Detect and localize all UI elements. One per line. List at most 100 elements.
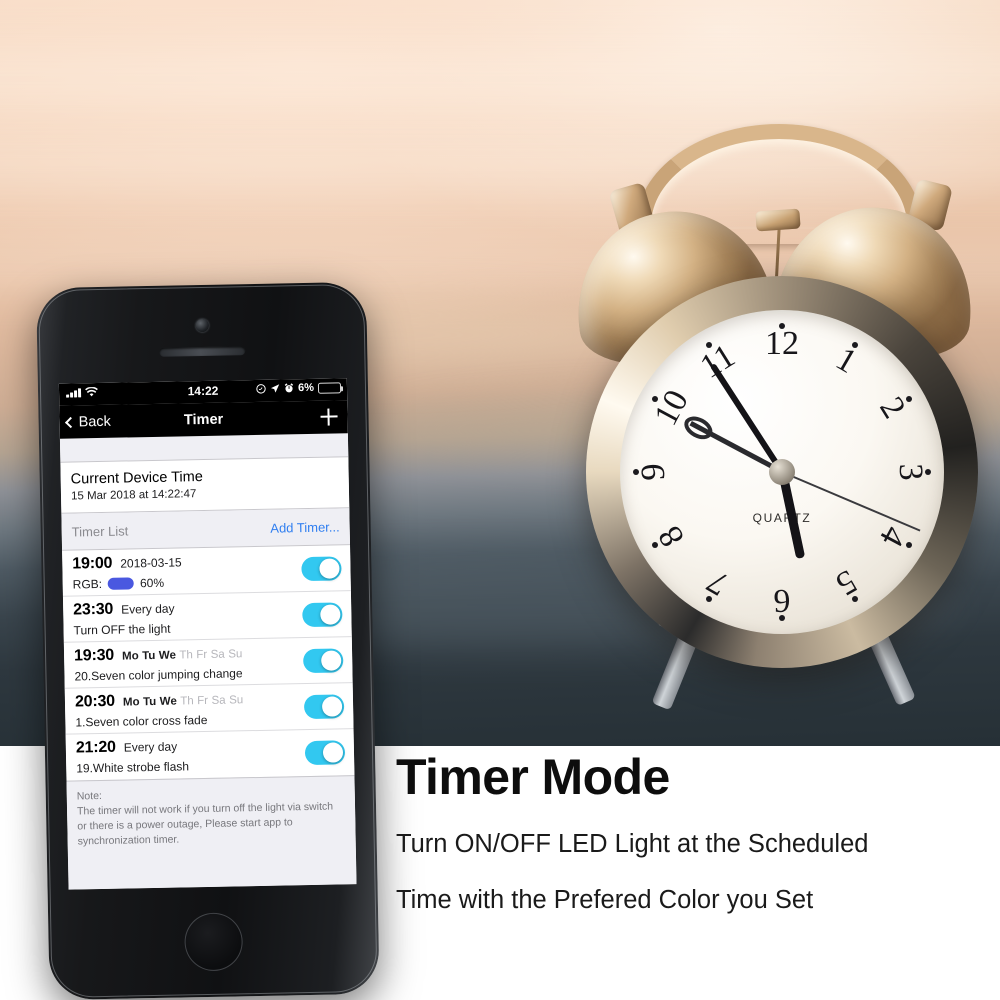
timer-time: 19:00 bbox=[72, 554, 113, 573]
phone-top-bezel bbox=[36, 282, 368, 384]
timer-row[interactable]: 20:30 Mo Tu We Th Fr Sa Su 1.Seven color cross f… bbox=[64, 683, 354, 735]
toggle-knob bbox=[322, 741, 344, 764]
timer-weekdays: Mo Tu We Th Fr Sa Su bbox=[122, 648, 243, 662]
timer-detail-label: Turn OFF the light bbox=[73, 621, 171, 638]
weekday-we: We bbox=[158, 649, 177, 662]
timer-toggle[interactable] bbox=[302, 602, 343, 628]
back-button[interactable]: Back bbox=[64, 413, 112, 430]
rgb-color-swatch bbox=[107, 577, 135, 590]
weekday-mo: Mo bbox=[122, 696, 140, 709]
minute-dot bbox=[633, 469, 639, 475]
bell-hammer bbox=[755, 208, 801, 232]
back-button-label: Back bbox=[78, 413, 112, 430]
timer-repeat: Every day bbox=[123, 739, 178, 755]
battery-percent-label: 6% bbox=[297, 381, 315, 395]
timer-list-header: Timer List Add Timer... bbox=[61, 508, 351, 550]
location-arrow-icon bbox=[271, 384, 280, 393]
minute-dot bbox=[706, 342, 712, 348]
weekday-mo: Mo bbox=[121, 650, 139, 663]
timer-screen-content: Current Device Time 15 Mar 2018 at 14:22… bbox=[59, 433, 357, 890]
weekday-fr: Fr bbox=[197, 694, 209, 708]
minute-dot bbox=[779, 615, 785, 621]
alarm-clock-icon bbox=[284, 383, 294, 393]
front-camera-icon bbox=[195, 318, 209, 333]
timer-detail: 19.White strobe flash bbox=[76, 756, 344, 775]
weekday-su: Su bbox=[229, 694, 244, 707]
minute-dot bbox=[906, 396, 912, 402]
minute-dot bbox=[925, 469, 931, 475]
cellular-signal-icon bbox=[66, 388, 81, 398]
timer-repeat: 2018-03-15 bbox=[120, 555, 182, 571]
clock-numeral: 5 bbox=[829, 562, 863, 603]
bedding-fold bbox=[0, 34, 1000, 124]
minute-dot bbox=[706, 596, 712, 602]
weekday-we: We bbox=[159, 695, 177, 708]
phone-screen: 14:22 6% Back Timer Current Device Time … bbox=[58, 378, 357, 890]
subheadline-line-1: Turn ON/OFF LED Light at the Scheduled bbox=[396, 830, 869, 858]
weekday-sa: Sa bbox=[210, 648, 225, 661]
timer-toggle[interactable] bbox=[304, 740, 346, 766]
iphone-mockup: 14:22 6% Back Timer Current Device Time … bbox=[36, 281, 380, 1000]
minute-dot bbox=[652, 542, 658, 548]
minute-hand bbox=[709, 363, 785, 474]
minute-dot bbox=[779, 323, 785, 329]
timer-row-top: 20:30 Mo Tu We Th Fr Sa Su bbox=[75, 688, 343, 711]
timer-detail: Turn OFF the light bbox=[73, 618, 341, 638]
timer-detail-label: RGB: bbox=[72, 576, 103, 592]
timer-repeat: Every day bbox=[121, 601, 175, 617]
toggle-knob bbox=[318, 557, 341, 580]
plus-icon[interactable] bbox=[320, 408, 337, 425]
add-timer-link[interactable]: Add Timer... bbox=[270, 519, 340, 535]
timer-time: 21:20 bbox=[75, 738, 116, 757]
timer-row[interactable]: 19:00 2018-03-15 RGB: 60% bbox=[62, 545, 351, 597]
minute-dot bbox=[652, 396, 658, 402]
timer-detail: 1.Seven color cross fade bbox=[75, 710, 343, 730]
clock-numeral: 2 bbox=[872, 390, 913, 425]
toggle-knob bbox=[321, 695, 343, 718]
brightness-value: 60% bbox=[139, 575, 165, 591]
timer-weekdays: Mo Tu We Th Fr Sa Su bbox=[123, 694, 244, 708]
clock-dial: 12 1 2 3 4 5 6 7 8 9 10 11 QUARTZ bbox=[620, 310, 944, 634]
toggle-knob bbox=[319, 603, 341, 626]
timer-detail: 20.Seven color jumping change bbox=[74, 664, 342, 683]
timer-detail-label: 20.Seven color jumping change bbox=[74, 666, 243, 684]
clock-numeral: 8 bbox=[651, 519, 692, 553]
dial-brand-label: QUARTZ bbox=[752, 510, 812, 525]
timer-list-label: Timer List bbox=[71, 522, 129, 540]
weekday-th: Th bbox=[180, 695, 194, 708]
timer-row-top: 23:30 Every day bbox=[73, 596, 341, 619]
status-bar-right: 6% bbox=[256, 381, 342, 395]
timer-time: 19:30 bbox=[73, 646, 115, 665]
clock-numeral: 1 bbox=[829, 340, 863, 381]
clock-case: 12 1 2 3 4 5 6 7 8 9 10 11 QUARTZ bbox=[586, 276, 978, 668]
timer-detail-label: 19.White strobe flash bbox=[76, 759, 190, 776]
timer-detail-label: 1.Seven color cross fade bbox=[75, 712, 208, 730]
subheadline-line-2: Time with the Prefered Color you Set bbox=[396, 886, 814, 915]
alarm-clock-illustration: 12 1 2 3 4 5 6 7 8 9 10 11 QUARTZ bbox=[563, 116, 992, 711]
timer-row-top: 19:30 Mo Tu We Th Fr Sa Su bbox=[74, 642, 342, 665]
clock-numeral: 4 bbox=[872, 520, 913, 553]
clock-numeral: 11 bbox=[694, 337, 742, 386]
weekday-sa: Sa bbox=[211, 694, 226, 707]
current-device-time-card: Current Device Time 15 Mar 2018 at 14:22… bbox=[60, 456, 350, 514]
timer-row[interactable]: 23:30 Every day Turn OFF the light bbox=[62, 591, 352, 643]
toggle-knob bbox=[320, 649, 342, 672]
timer-detail: RGB: 60% bbox=[72, 572, 341, 592]
wifi-icon bbox=[84, 387, 98, 397]
weekday-tu: Tu bbox=[142, 649, 156, 663]
chevron-left-icon bbox=[64, 416, 77, 428]
timer-toggle[interactable] bbox=[303, 648, 344, 674]
weekday-fr: Fr bbox=[196, 648, 208, 662]
timer-row[interactable]: 21:20 Every day 19.White strobe flash bbox=[66, 729, 355, 781]
current-device-time-label: Current Device Time bbox=[70, 469, 203, 488]
earpiece-speaker bbox=[159, 346, 246, 357]
current-device-time-value: 15 Mar 2018 at 14:22:47 bbox=[70, 488, 197, 503]
minute-dot bbox=[852, 342, 858, 348]
hand-pivot bbox=[769, 459, 795, 485]
timer-row[interactable]: 19:30 Mo Tu We Th Fr Sa Su 20.Seven color jumpin… bbox=[63, 637, 353, 689]
timer-row-top: 19:00 2018-03-15 bbox=[72, 550, 340, 573]
timer-toggle[interactable] bbox=[303, 694, 345, 720]
timer-toggle[interactable] bbox=[301, 556, 342, 582]
weekday-th: Th bbox=[179, 649, 193, 662]
timer-list: 19:00 2018-03-15 RGB: 60% 23:30 Every day Turn… bbox=[62, 544, 355, 781]
